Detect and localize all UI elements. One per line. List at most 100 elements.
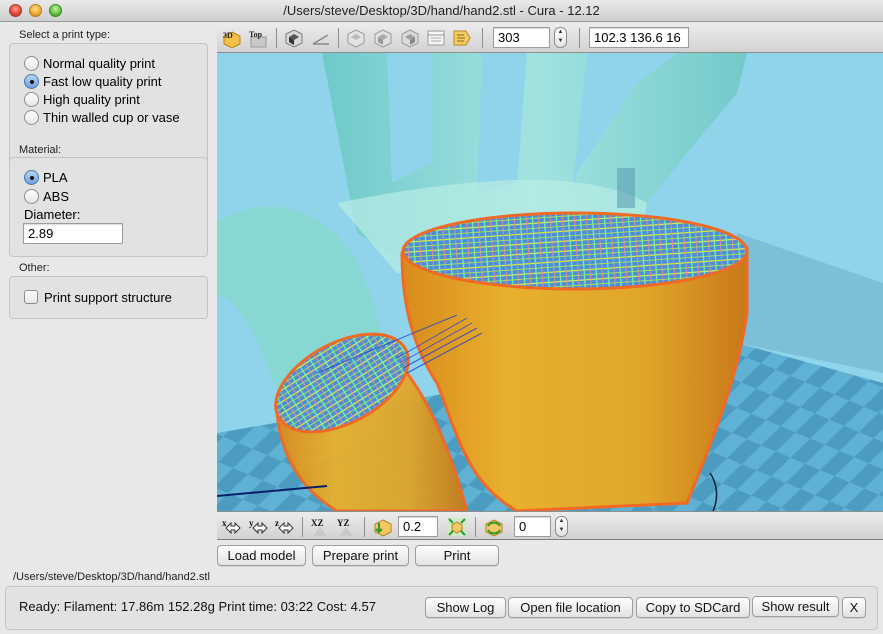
load-model-button[interactable]: Load model (217, 545, 306, 566)
view-xray-button[interactable] (372, 27, 394, 49)
layer-spinner[interactable]: ▲ ▼ (554, 27, 567, 48)
copy-to-sdcard-button[interactable]: Copy to SDCard (636, 597, 750, 618)
zoom-window-button[interactable] (49, 4, 62, 17)
minimize-window-button[interactable] (29, 4, 42, 17)
view-top-button[interactable]: Top (247, 27, 269, 49)
close-status-button[interactable]: X (842, 597, 866, 618)
rotate-button[interactable] (483, 516, 505, 538)
toolbar-separator (302, 517, 303, 537)
view-3d-button[interactable]: 3D (221, 27, 243, 49)
window-titlebar: /Users/steve/Desktop/3D/hand/hand2.stl -… (0, 0, 883, 22)
view-gcode-icon (427, 30, 445, 46)
radio-label: Thin walled cup or vase (43, 109, 180, 125)
3d-viewport[interactable] (217, 53, 883, 511)
scale-max-button[interactable] (446, 516, 468, 538)
radio-high-quality[interactable]: High quality print (24, 90, 140, 108)
other-label: Other: (19, 262, 50, 274)
view-options-icon (453, 30, 471, 46)
radio-label: Fast low quality print (43, 73, 162, 89)
view-transparent-icon (347, 29, 365, 48)
support-structure-checkbox[interactable]: Print support structure (24, 288, 172, 306)
scale-icon (374, 519, 392, 537)
radio-icon (24, 188, 39, 204)
view-transparent-button[interactable] (345, 27, 367, 49)
mirror-x-button[interactable]: x (221, 516, 243, 538)
svg-text:Top: Top (249, 30, 263, 39)
view-toolbar: 3D Top 303 ▲ ▼ 102.3 136.6 16 (217, 23, 883, 53)
mirror-z-button[interactable]: z (274, 516, 296, 538)
toolbar-separator (364, 517, 365, 537)
view-3d-icon: 3D (223, 31, 241, 48)
radio-normal-quality[interactable]: Normal quality print (24, 54, 155, 72)
checkbox-icon (24, 290, 38, 304)
rotate-spinner[interactable]: ▲ ▼ (555, 516, 568, 537)
radio-label: ABS (43, 188, 70, 204)
radio-icon (24, 109, 39, 125)
tower-object (617, 168, 635, 208)
view-gcode-button[interactable] (425, 27, 447, 49)
view-layers-button[interactable] (399, 27, 421, 49)
settings-panel: Select a print type: Normal quality prin… (0, 23, 217, 543)
diameter-label: Diameter: (24, 207, 81, 222)
other-group: Print support structure (9, 276, 208, 319)
print-button[interactable]: Print (415, 545, 499, 566)
material-group: PLA ABS Diameter: 2.89 (9, 157, 208, 257)
radio-abs[interactable]: ABS (24, 187, 69, 205)
rotate-input[interactable]: 0 (514, 516, 551, 537)
close-window-button[interactable] (9, 4, 22, 17)
mirror-y-icon: y (249, 518, 268, 535)
swap-xz-icon: XZ (311, 518, 327, 536)
mirror-x-icon: x (222, 518, 241, 535)
swap-yz-button[interactable]: YZ (335, 516, 357, 538)
radio-label: High quality print (43, 91, 140, 107)
toolbar-separator (338, 28, 339, 48)
print-type-label: Select a print type: (19, 29, 111, 41)
scale-input[interactable]: 0.2 (398, 516, 438, 537)
status-message: Ready: Filament: 17.86m 152.28g Print ti… (19, 599, 376, 614)
svg-text:3D: 3D (223, 31, 233, 40)
view-overhang-button[interactable] (310, 27, 332, 49)
swap-xz-button[interactable]: XZ (309, 516, 331, 538)
transform-toolbar: x y z XZ YZ 0.2 0 ▲ ▼ (217, 511, 883, 540)
top-infill-main (401, 211, 749, 291)
view-overhang-icon (312, 34, 329, 45)
show-log-button[interactable]: Show Log (425, 597, 506, 618)
open-file-location-button[interactable]: Open file location (508, 597, 633, 618)
diameter-input[interactable]: 2.89 (23, 223, 123, 244)
toolbar-separator (475, 517, 476, 537)
radio-pla[interactable]: PLA (24, 168, 68, 186)
view-xray-icon (374, 29, 392, 48)
svg-text:XZ: XZ (311, 518, 324, 528)
swap-yz-icon: YZ (337, 518, 353, 536)
radio-label: PLA (43, 169, 68, 185)
loaded-file-path: /Users/steve/Desktop/3D/hand/hand2.stl (13, 571, 210, 583)
svg-text:y: y (249, 518, 254, 528)
checkbox-label: Print support structure (44, 289, 172, 305)
window-title: /Users/steve/Desktop/3D/hand/hand2.stl -… (283, 3, 600, 18)
mirror-y-button[interactable]: y (248, 516, 270, 538)
radio-thin-walled[interactable]: Thin walled cup or vase (24, 108, 180, 126)
radio-label: Normal quality print (43, 55, 155, 71)
scene-render[interactable] (217, 53, 883, 511)
svg-text:z: z (275, 518, 279, 528)
material-label: Material: (19, 144, 62, 156)
scale-button[interactable] (372, 516, 394, 538)
toolbar-separator (276, 28, 277, 48)
svg-text:x: x (222, 518, 227, 528)
view-normal-button[interactable] (283, 27, 305, 49)
show-result-button[interactable]: Show result (752, 596, 839, 617)
prepare-print-button[interactable]: Prepare print (312, 545, 409, 566)
radio-checked-icon (24, 169, 39, 185)
view-top-icon: Top (249, 30, 267, 48)
rotate-icon (485, 519, 503, 537)
scale-max-icon (448, 518, 466, 536)
toolbar-separator (579, 28, 580, 48)
radio-fast-low-quality[interactable]: Fast low quality print (24, 72, 162, 90)
radio-checked-icon (24, 73, 39, 89)
radio-icon (24, 55, 39, 71)
view-layers-icon (401, 29, 419, 48)
view-options-button[interactable] (451, 27, 473, 49)
mirror-z-icon: z (275, 518, 294, 535)
coordinates-field[interactable]: 102.3 136.6 16 (589, 27, 689, 48)
layer-input[interactable]: 303 (493, 27, 550, 48)
